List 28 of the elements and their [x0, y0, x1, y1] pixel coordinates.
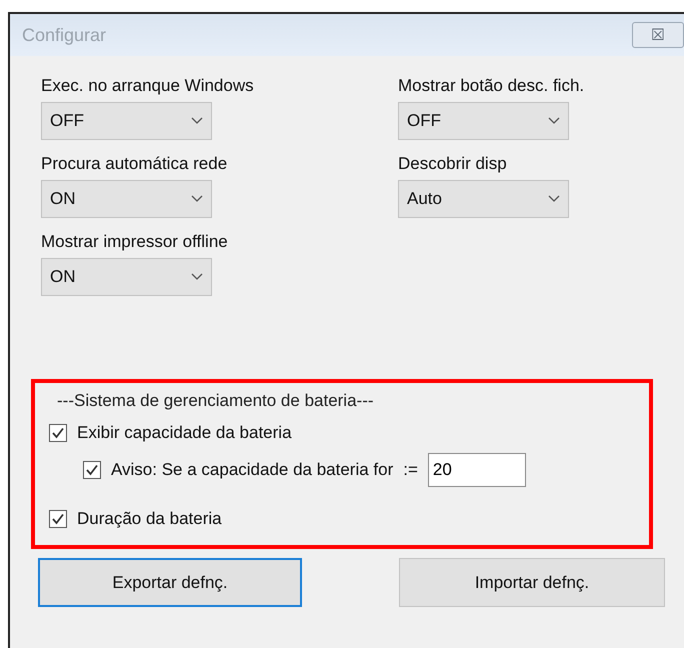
action-button[interactable]: Importar defnç.	[399, 558, 665, 607]
dropdown[interactable]: Auto	[398, 180, 569, 218]
threshold-field[interactable]: 20	[428, 453, 526, 487]
setting-label: Mostrar botão desc. fich.	[398, 76, 586, 96]
close-button[interactable]: ⮽	[632, 22, 684, 48]
setting-label: Descobrir disp	[398, 154, 508, 174]
chevron-icon	[191, 273, 203, 281]
dropdown[interactable]: ON	[41, 258, 212, 296]
window-title: Configurar	[22, 24, 106, 46]
checkbox[interactable]	[49, 510, 67, 528]
checkbox[interactable]	[83, 461, 101, 479]
checkbox-label: Aviso: Se a capacidade da bateria for	[111, 460, 394, 480]
dropdown[interactable]: OFF	[41, 102, 212, 140]
setting-label: Procura automática rede	[41, 154, 228, 174]
section-heading: ---Sistema de gerenciamento de bateria---	[57, 391, 375, 411]
checkbox-label: Duração da bateria	[77, 509, 222, 529]
dropdown[interactable]: OFF	[398, 102, 569, 140]
chevron-icon	[548, 117, 560, 125]
checkbox[interactable]	[49, 424, 67, 442]
setting-label: Mostrar impressor offline	[41, 232, 229, 252]
chevron-icon	[191, 117, 203, 125]
operator-label: :=	[403, 460, 418, 480]
dropdown[interactable]: ON	[41, 180, 212, 218]
chevron-icon	[548, 195, 560, 203]
checkbox-label: Exibir capacidade da bateria	[77, 423, 292, 443]
action-button[interactable]: Exportar defnç.	[38, 558, 302, 607]
setting-label: Exec. no arranque Windows	[41, 76, 255, 96]
chevron-icon	[191, 195, 203, 203]
